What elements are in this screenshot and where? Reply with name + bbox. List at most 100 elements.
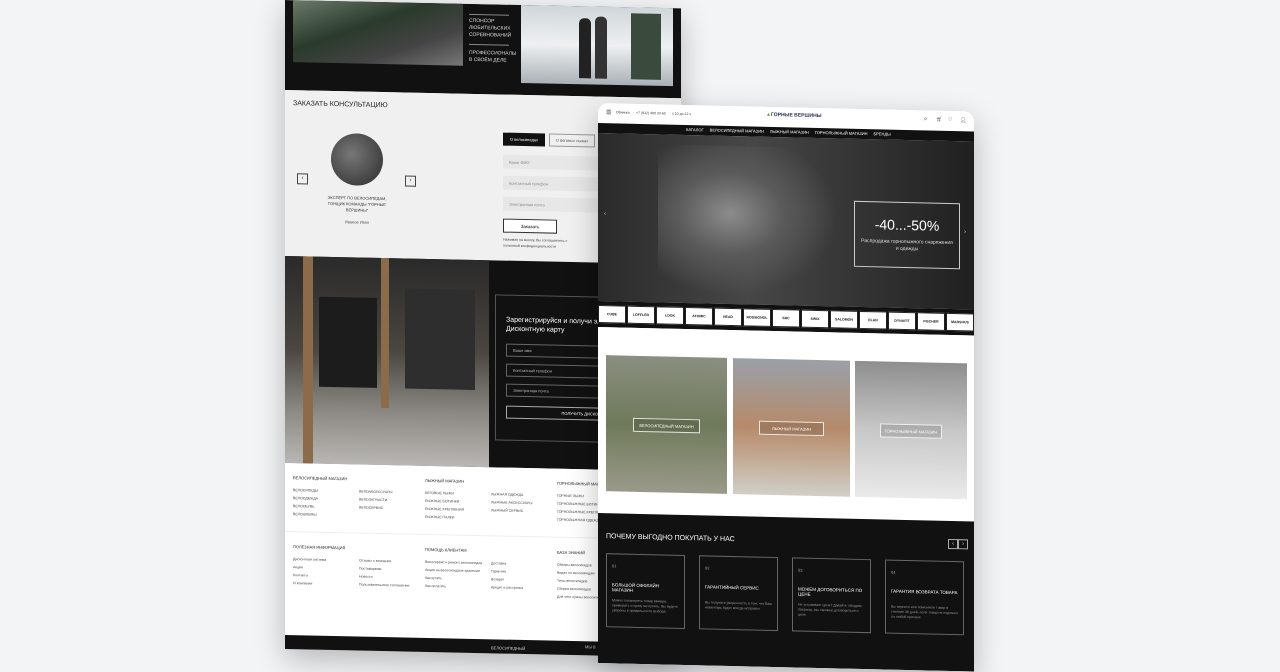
phone-label[interactable]: +7 (912) 400 33 60 (636, 111, 666, 116)
footer-link[interactable]: ВЕЛОАКСЕССУАРЫ (359, 489, 421, 496)
tab-skis[interactable]: О беговых лыжах (549, 133, 595, 148)
brand-logo[interactable]: LOOK (656, 306, 684, 325)
nav-item[interactable]: ЛЫЖНЫЙ МАГАЗИН (770, 129, 809, 135)
footer-column-title: ВЕЛОСИПЕДНЫЙ МАГАЗИН (293, 475, 348, 482)
brand-logo[interactable]: ELAN (859, 310, 887, 330)
brand-logo[interactable]: SALOMON (830, 310, 858, 329)
category-button[interactable]: ВЕЛОСИПЕДНЫЙ МАГАЗИН (632, 417, 701, 434)
expert-caption: ЭКСПЕРТ ПО ВЕЛОСИПЕДАМ, ГОНЩИК КОМАНДЫ "… (327, 194, 387, 213)
brand-logo[interactable]: ATOMIC (685, 306, 713, 326)
footer-link[interactable]: Как купить (425, 575, 487, 582)
category-button[interactable]: ЛЫЖНЫЙ МАГАЗИН (758, 420, 825, 437)
menu-icon[interactable]: ☰ (606, 109, 611, 116)
why-us-section: ПОЧЕМУ ВЫГОДНО ПОКУПАТЬ У НАС ‹ › 01 БОЛЬ… (598, 513, 974, 672)
footer-link[interactable]: ЛЫЖНЫЕ ПАЛКИ (425, 514, 487, 521)
heart-icon[interactable]: ♡ (948, 117, 952, 123)
brand-logo[interactable]: DYNAFIT (888, 311, 916, 331)
footer-link[interactable]: ЛЫЖНЫЙ СЕРВИС (491, 507, 553, 514)
footer-link[interactable]: ВЕЛОСИПЕДЫ (293, 487, 355, 494)
footer-link[interactable]: Доставка (491, 560, 553, 567)
cart-icon[interactable]: 🛒︎ (936, 117, 942, 123)
brand-logo[interactable]: LÖFFLER (627, 305, 655, 325)
nav-item[interactable]: КАТАЛОГ (686, 127, 704, 132)
footer-link[interactable]: Как оплатить (425, 583, 487, 590)
why-next-icon[interactable]: › (958, 539, 968, 550)
brand-logo[interactable]: CUBE (598, 305, 626, 324)
footer-link[interactable]: Гарантия (491, 568, 553, 575)
skier-photo (658, 144, 838, 299)
why-card-title: ГАРАНТИЙНЫЙ СЕРВИС (705, 584, 759, 591)
sponsor-banner: СПОНСОР ЛЮБИТЕЛЬСКИХ СОРЕВНОВАНИЙ ПРОФЕС… (285, 0, 681, 99)
next-arrow-icon[interactable]: › (405, 175, 416, 187)
footer-link[interactable]: ЛЫЖНЫЕ БОТИНКИ (425, 498, 487, 505)
nav-item[interactable]: ГОРНОЛЫЖНЫЙ МАГАЗИН (815, 130, 868, 136)
footer-link[interactable]: О компании (293, 580, 355, 587)
logo-text: ГОРНЫЕ ВЕРШИНЫ (770, 111, 822, 120)
brand-logo[interactable]: SWIX (801, 309, 829, 329)
footer-link[interactable]: Отзывы о компании (359, 558, 421, 565)
nav-item[interactable]: БРЕНДЫ (874, 131, 891, 136)
brand-logo[interactable]: HEAD (714, 307, 742, 327)
why-card-text: Не устраивает цена? Давайте обсудим. Уве… (798, 602, 863, 617)
why-number: 03 (798, 567, 803, 573)
footer-link[interactable]: Возврат (491, 576, 553, 583)
city-label[interactable]: Обнинск (616, 110, 630, 114)
category-card-alpine[interactable]: ГОРНОЛЫЖНЫЙ МАГАЗИН (855, 360, 967, 500)
why-card-text: Вы получите уверенность в том, что Ваш и… (705, 600, 773, 611)
footer-column-title (491, 548, 553, 549)
why-prev-icon[interactable]: ‹ (948, 538, 958, 550)
footer-link[interactable]: ЛЫЖНЫЕ КРЕПЛЕНИЯ (425, 506, 487, 513)
bottom-label: ВЕЛОСИПЕДНЫЙ (491, 645, 526, 652)
why-card-title: БОЛЬШОЙ ОФФЛАЙН МАГАЗИН (612, 582, 659, 593)
hero-prev-icon[interactable]: ‹ (604, 211, 606, 217)
sponsor-text-1: СПОНСОР ЛЮБИТЕЛЬСКИХ СОРЕВНОВАНИЙ (469, 17, 512, 39)
footer-link[interactable]: Велосервис и ремонт велосипедов (425, 559, 487, 566)
search-icon[interactable]: ⌕ (924, 116, 927, 123)
footer-column-title (359, 477, 421, 478)
footer-link[interactable]: ВЕЛООБУВЬ (293, 503, 355, 510)
user-icon[interactable]: 👤︎ (960, 117, 966, 123)
why-number: 01 (612, 563, 617, 569)
consult-title: ЗАКАЗАТЬ КОНСУЛЬТАЦИЮ (293, 100, 388, 110)
footer-link[interactable]: Акция на велосипедное хранение (425, 567, 487, 574)
footer-link[interactable]: Контакты (293, 572, 355, 579)
category-card-bikes[interactable]: ВЕЛОСИПЕДНЫЙ МАГАЗИН (606, 355, 727, 494)
footer-link[interactable]: ЛЫЖНАЯ ОДЕЖДА (491, 491, 553, 498)
category-button[interactable]: ГОРНОЛЫЖНЫЙ МАГАЗИН (879, 423, 943, 439)
order-button[interactable]: Заказать (503, 218, 557, 234)
brand-logo[interactable]: ROSSIGNOL (743, 308, 771, 327)
expert-avatar (331, 132, 383, 187)
footer-link[interactable]: Кредит и рассрочка (491, 584, 553, 591)
footer-link[interactable]: ВЕЛОЗАПЧАСТИ (359, 497, 421, 504)
why-card: 04 ГАРАНТИЯ ВОЗВРАТА ТОВАРА Вы вернете или… (885, 559, 964, 636)
why-card-title: ГАРАНТИЯ ВОЗВРАТА ТОВАРА (891, 588, 958, 596)
footer-link[interactable]: Дисконтная система (293, 556, 355, 563)
footer-link[interactable]: ВЕЛООДЕЖДА (293, 495, 355, 502)
brand-logo[interactable]: FISCHER (917, 312, 945, 331)
footer-link[interactable]: Новости (359, 574, 421, 581)
why-card: 02 ГАРАНТИЙНЫЙ СЕРВИС Вы получите уверенно… (699, 555, 778, 632)
footer-link[interactable]: Акции (293, 564, 355, 571)
hero-discount: -40...-50% (874, 216, 940, 234)
hero-next-icon[interactable]: › (964, 229, 966, 235)
race-photo (293, 0, 463, 66)
nav-item[interactable]: ВЕЛОСИПЕДНЫЙ МАГАЗИН (710, 128, 764, 134)
why-number: 02 (705, 565, 710, 571)
site-logo[interactable]: ▲ГОРНЫЕ ВЕРШИНЫ (766, 112, 822, 119)
footer-link[interactable]: БЕГОВЫЕ ЛЫЖИ (425, 490, 487, 497)
prev-arrow-icon[interactable]: ‹ (297, 173, 308, 185)
footer-link[interactable]: ЛЫЖНЫЕ АКСЕССУАРЫ (491, 499, 553, 506)
tab-bikes[interactable]: О велосипедах (503, 132, 545, 147)
brand-logo[interactable]: MADSHUS (946, 312, 974, 332)
footer-link[interactable]: Поставщикам (359, 566, 421, 573)
why-card-text: Вы вернете или поменяете товар в течение… (891, 604, 958, 620)
footer-link[interactable]: ВЕЛОШЛЕМЫ (293, 511, 355, 518)
brand-logo[interactable]: SRC (772, 308, 800, 328)
category-card-skis[interactable]: ЛЫЖНЫЙ МАГАЗИН (733, 358, 850, 497)
why-card: 03 МОЖЕМ ДОГОВОРИТЬСЯ ПО ЦЕНЕ Не устраивае… (792, 557, 871, 634)
why-card-text: Можно посмотреть товар вживую, примерить… (612, 598, 678, 614)
footer-link[interactable]: ВЕЛОСЕРВИС (359, 505, 421, 512)
sponsor-text-2: ПРОФЕССИОНАЛЫ В СВОЁМ ДЕЛЕ (469, 49, 517, 64)
why-number: 04 (891, 569, 896, 575)
footer-link[interactable]: Пользовательское соглашение (359, 582, 421, 589)
